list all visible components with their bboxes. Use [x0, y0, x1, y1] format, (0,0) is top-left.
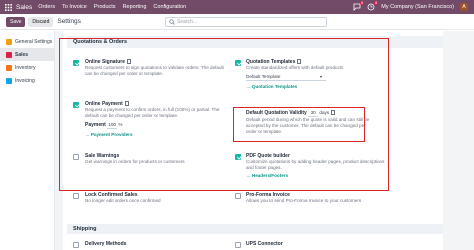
sale-warnings-setting: Sale Warnings Get warnings in orders for… [85, 153, 230, 165]
chat-count-badge: 5 [360, 1, 365, 5]
section-header-quotations: Quotations & Orders [67, 36, 443, 48]
online-signature-setting: Online Signature Request customers to si… [85, 59, 230, 77]
settings-sheet: Quotations & Orders Online Signature Req… [63, 31, 443, 250]
payment-percent-input[interactable]: 100 [107, 122, 118, 129]
chevron-down-icon: ▾ [320, 74, 323, 79]
payment-providers-link[interactable]: → Payment Providers [85, 132, 230, 138]
app-name[interactable]: Sales [16, 4, 32, 11]
company-switcher[interactable]: My Company (San Francisco) [381, 4, 454, 10]
company-scope-icon [331, 110, 336, 116]
validity-days-input[interactable]: 30 [308, 110, 319, 117]
menu-reporting[interactable]: Reporting [123, 4, 147, 10]
discard-button[interactable]: Discard [28, 16, 54, 27]
top-navbar: Sales Orders To Invoice Products Reporti… [0, 0, 474, 14]
quotation-templates-checkbox[interactable] [235, 60, 241, 66]
activity-count-badge: 8 [374, 1, 379, 5]
menu-configuration[interactable]: Configuration [153, 4, 186, 10]
lock-confirmed-sales-checkbox[interactable] [73, 193, 79, 199]
sidebar-item-general-settings[interactable]: General Settings [0, 35, 54, 48]
payment-unit: % [118, 122, 123, 127]
sidebar-item-label: Sales [15, 51, 29, 58]
company-scope-icon [124, 101, 129, 107]
quotation-validity-setting: Default Quotation Validity 30 days Defau… [246, 110, 371, 135]
menu-products[interactable]: Products [94, 4, 116, 10]
inventory-app-icon [6, 64, 12, 71]
lock-confirmed-sales-setting: Lock Confirmed Sales No longer edit orde… [85, 192, 230, 204]
payment-label: Payment [85, 122, 106, 128]
default-template-select[interactable]: Default Template [246, 74, 326, 81]
apps-menu-icon[interactable] [3, 0, 13, 14]
online-signature-desc: Request customers to sign quotations to … [85, 65, 224, 76]
control-panel: Save Discard Settings Search... [0, 14, 474, 30]
pdf-quote-builder-setting: PDF Quote builder Customize quotations b… [246, 153, 386, 179]
ups-connector-checkbox[interactable] [235, 242, 241, 248]
avatar[interactable]: A [460, 3, 468, 11]
page-title: Settings [57, 18, 81, 25]
menu-to-invoice[interactable]: To Invoice [62, 4, 87, 10]
ups-connector-title: UPS Connector [246, 241, 283, 247]
company-scope-icon [297, 59, 302, 65]
search-icon [169, 19, 175, 25]
company-scope-icon [127, 59, 132, 65]
menu-orders[interactable]: Orders [38, 4, 55, 10]
pdf-quote-builder-checkbox[interactable] [235, 154, 241, 160]
delivery-methods-title: Delivery Methods [85, 241, 127, 247]
lock-confirmed-desc: No longer edit orders once confirmed [85, 198, 161, 203]
sidebar-item-label: Inventory [15, 64, 36, 71]
quotation-templates-link[interactable]: → Quotation Templates [246, 84, 386, 90]
sidebar-item-inventory[interactable]: Inventory [0, 61, 54, 74]
validity-desc: Default period during which the quote is… [246, 117, 370, 134]
sidebar-item-sales[interactable]: Sales [0, 48, 54, 61]
ups-connector-setting: UPS Connector [246, 241, 283, 247]
invoicing-app-icon [6, 77, 12, 84]
delivery-methods-checkbox[interactable] [73, 242, 79, 248]
settings-main: Quotations & Orders Online Signature Req… [55, 31, 474, 250]
settings-sidebar: General Settings Sales Inventory Invoici… [0, 31, 55, 250]
online-payment-checkbox[interactable] [73, 102, 79, 108]
delivery-methods-setting: Delivery Methods [85, 241, 126, 247]
validity-title: Default Quotation Validity [246, 110, 307, 116]
pdf-quote-builder-desc: Customize quotations by adding header pa… [246, 159, 385, 170]
quotation-templates-setting: Quotation Templates Create standardized … [246, 59, 386, 90]
quotation-templates-desc: Create standardized offers with default … [246, 65, 344, 70]
sale-warnings-desc: Get warnings in orders for products or c… [85, 159, 185, 164]
proforma-invoice-setting: Pro-Forma Invoice Allows you to send Pro… [246, 192, 386, 204]
general-settings-icon [6, 38, 12, 45]
sidebar-item-label: Invoicing [15, 77, 35, 84]
sale-warnings-checkbox[interactable] [73, 154, 79, 160]
online-payment-desc: Request a payment to confirm orders, in … [85, 107, 220, 118]
search-placeholder: Search... [177, 19, 198, 25]
sales-app-icon [6, 51, 12, 58]
section-header-shipping: Shipping [67, 224, 443, 234]
headers-footers-link[interactable]: → Headers/Footers [246, 173, 386, 179]
chat-icon[interactable]: 5 [353, 1, 365, 11]
search-input[interactable]: Search... [165, 17, 327, 27]
sidebar-item-invoicing[interactable]: Invoicing [0, 74, 54, 87]
save-button[interactable]: Save [6, 16, 26, 27]
clock-icon[interactable]: 8 [367, 1, 379, 11]
online-payment-setting: Online Payment Request a payment to conf… [85, 101, 230, 138]
sidebar-item-label: General Settings [15, 38, 53, 45]
validity-unit: days [319, 110, 330, 115]
online-signature-checkbox[interactable] [73, 60, 79, 66]
proforma-invoice-checkbox[interactable] [235, 193, 241, 199]
proforma-desc: Allows you to send Pro-Forma Invoice to … [246, 198, 362, 203]
